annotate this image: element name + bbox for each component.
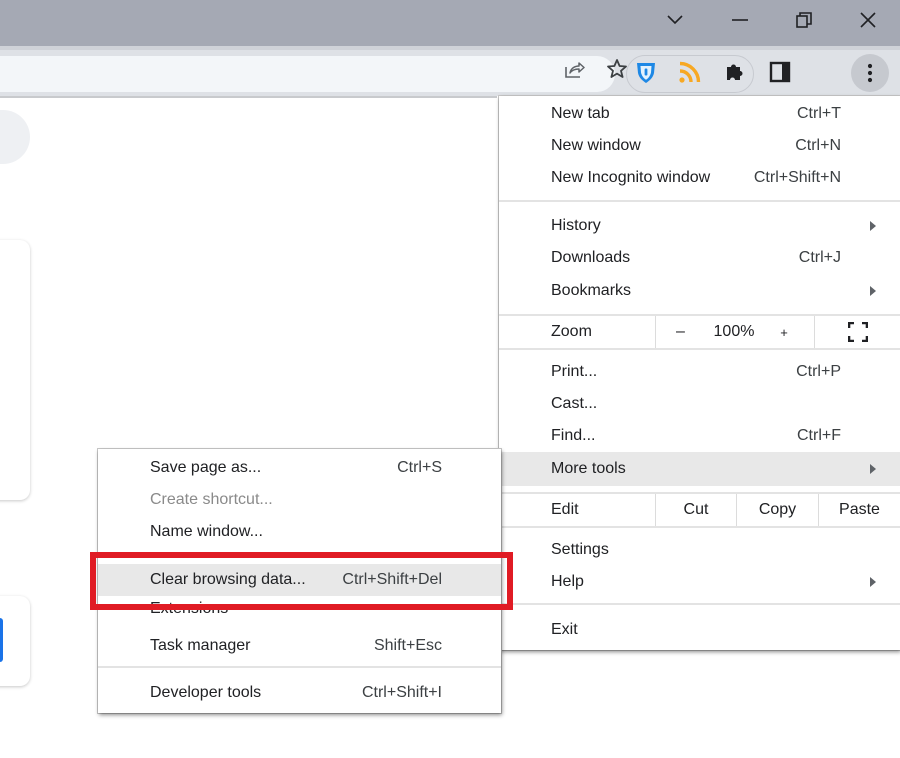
menu-separator xyxy=(499,603,900,605)
submenu-item-create-shortcut: Create shortcut... xyxy=(98,484,501,516)
menu-item-label: Help xyxy=(551,573,584,590)
menu-item-label: Print... xyxy=(551,363,598,380)
menu-item-label: History xyxy=(551,217,601,234)
submenu-arrow-icon xyxy=(870,286,876,296)
zoom-level: 100% xyxy=(699,316,769,348)
address-bar[interactable] xyxy=(0,56,615,92)
submenu-item-save-page-as[interactable]: Save page as... Ctrl+S xyxy=(98,452,501,484)
menu-item-label: New tab xyxy=(551,105,610,122)
menu-item-label: Exit xyxy=(551,621,578,638)
menu-item-new-incognito-window[interactable]: New Incognito window Ctrl+Shift+N xyxy=(499,162,900,194)
menu-item-label: Cast... xyxy=(551,395,598,412)
menu-item-shortcut: Ctrl+S xyxy=(397,459,442,476)
menu-item-label: More tools xyxy=(551,460,626,477)
zoom-in-glyph: + xyxy=(780,324,788,340)
menu-item-label: Save page as... xyxy=(150,459,262,476)
menu-item-shortcut: Ctrl+Shift+N xyxy=(753,169,841,186)
menu-item-help[interactable]: Help xyxy=(499,566,900,598)
extensions-puzzle-icon[interactable] xyxy=(723,60,747,84)
tab-search-button[interactable] xyxy=(645,0,705,40)
chevron-down-icon xyxy=(667,15,683,25)
fullscreen-button[interactable] xyxy=(814,316,900,348)
submenu-arrow-icon xyxy=(870,577,876,587)
menu-item-label: Developer tools xyxy=(150,684,262,701)
menu-item-label: Find... xyxy=(551,427,596,444)
page-card-accent[interactable] xyxy=(0,618,3,662)
submenu-arrow-icon xyxy=(870,221,876,231)
menu-item-label: Task manager xyxy=(150,637,251,654)
menu-item-shortcut: Ctrl+T xyxy=(797,105,841,122)
zenmate-shield-icon[interactable] xyxy=(634,60,658,84)
edit-row: Edit Cut Copy Paste xyxy=(499,492,900,528)
minimize-icon xyxy=(732,19,748,21)
menu-item-label: New Incognito window xyxy=(551,169,711,186)
menu-item-new-window[interactable]: New window Ctrl+N xyxy=(499,130,900,162)
menu-item-shortcut: Ctrl+J xyxy=(798,249,841,266)
submenu-item-name-window[interactable]: Name window... xyxy=(98,516,501,548)
menu-item-shortcut: Shift+Esc xyxy=(373,637,442,654)
page-card xyxy=(0,240,30,500)
menu-item-shortcut: Ctrl+N xyxy=(795,137,841,154)
rss-feed-icon[interactable] xyxy=(678,60,702,84)
page-card xyxy=(0,596,30,686)
content-divider xyxy=(0,96,497,98)
menu-item-history[interactable]: History xyxy=(499,210,900,242)
side-panel-icon[interactable] xyxy=(768,60,792,84)
menu-item-label: Settings xyxy=(551,541,609,558)
menu-item-bookmarks[interactable]: Bookmarks xyxy=(499,275,900,307)
fullscreen-icon xyxy=(847,322,868,342)
browser-toolbar xyxy=(0,46,900,96)
menu-item-downloads[interactable]: Downloads Ctrl+J xyxy=(499,242,900,274)
menu-item-cast[interactable]: Cast... xyxy=(499,388,900,420)
paste-button[interactable]: Paste xyxy=(818,494,900,526)
zoom-out-glyph: – xyxy=(676,323,685,340)
menu-separator xyxy=(499,200,900,202)
menu-item-label: Bookmarks xyxy=(551,282,632,299)
menu-item-label: New window xyxy=(551,137,641,154)
submenu-item-developer-tools[interactable]: Developer tools Ctrl+Shift+I xyxy=(98,677,501,709)
chrome-main-menu: New tab Ctrl+T New window Ctrl+N New Inc… xyxy=(499,96,900,650)
paste-label: Paste xyxy=(839,501,880,518)
menu-item-label: Name window... xyxy=(150,523,263,540)
zoom-in-button[interactable]: + xyxy=(761,316,807,348)
cut-button[interactable]: Cut xyxy=(655,494,736,526)
menu-separator xyxy=(98,666,501,668)
menu-item-more-tools[interactable]: More tools xyxy=(499,452,900,486)
zoom-label: Zoom xyxy=(551,323,592,340)
menu-item-new-tab[interactable]: New tab Ctrl+T xyxy=(499,98,900,130)
more-menu-button[interactable] xyxy=(851,54,889,92)
copy-button[interactable]: Copy xyxy=(736,494,818,526)
zoom-level-value: 100% xyxy=(713,323,755,340)
annotation-highlight-box xyxy=(90,552,513,610)
menu-item-shortcut: Ctrl+Shift+I xyxy=(361,684,442,701)
menu-item-settings[interactable]: Settings xyxy=(499,534,900,566)
menu-item-exit[interactable]: Exit xyxy=(499,614,900,646)
menu-item-shortcut: Ctrl+F xyxy=(797,427,841,444)
close-icon xyxy=(860,12,876,28)
menu-item-label: Create shortcut... xyxy=(150,491,273,508)
restore-button[interactable] xyxy=(774,0,834,40)
more-vert-icon xyxy=(867,63,873,83)
zoom-out-button[interactable]: – xyxy=(655,316,705,348)
edit-label: Edit xyxy=(551,501,579,518)
menu-item-shortcut: Ctrl+P xyxy=(796,363,841,380)
minimize-button[interactable] xyxy=(710,0,770,40)
page-search-pill[interactable] xyxy=(0,110,30,164)
cut-label: Cut xyxy=(683,501,709,518)
zoom-row: Zoom – 100% + xyxy=(499,314,900,350)
menu-item-label: Downloads xyxy=(551,249,631,266)
menu-item-find[interactable]: Find... Ctrl+F xyxy=(499,420,900,452)
restore-icon xyxy=(796,12,812,28)
submenu-arrow-icon xyxy=(870,464,876,474)
share-icon[interactable] xyxy=(561,56,587,82)
menu-item-print[interactable]: Print... Ctrl+P xyxy=(499,356,900,388)
submenu-item-task-manager[interactable]: Task manager Shift+Esc xyxy=(98,630,501,662)
close-button[interactable] xyxy=(838,0,898,40)
copy-label: Copy xyxy=(758,501,797,518)
title-bar xyxy=(0,0,900,46)
